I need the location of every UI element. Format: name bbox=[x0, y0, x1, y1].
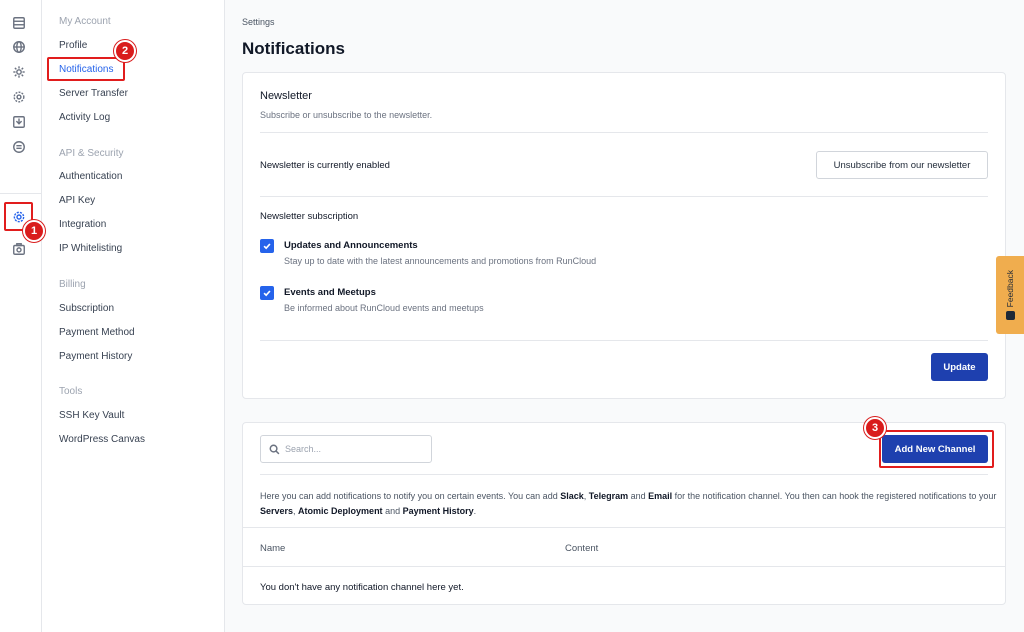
menu-item-activity-log[interactable]: Activity Log bbox=[59, 112, 110, 123]
annotation-badge-1: 1 bbox=[23, 220, 45, 242]
servers-icon[interactable] bbox=[11, 15, 27, 31]
events-checkbox[interactable] bbox=[260, 286, 274, 300]
feedback-icon bbox=[1005, 311, 1015, 321]
main-content: Settings Notifications Newsletter Subscr… bbox=[226, 0, 1024, 632]
empty-state-text: You don't have any notification channel … bbox=[260, 582, 464, 593]
option-title: Events and Meetups bbox=[284, 287, 376, 298]
menu-item-wordpress-canvas[interactable]: WordPress Canvas bbox=[59, 434, 145, 445]
menu-item-payment-history[interactable]: Payment History bbox=[59, 351, 132, 362]
menu-group-api: API & Security bbox=[59, 148, 124, 159]
divider bbox=[260, 340, 988, 341]
subscription-label: Newsletter subscription bbox=[260, 211, 359, 222]
menu-group-tools: Tools bbox=[59, 386, 83, 397]
rail-divider bbox=[0, 193, 42, 194]
column-header-name: Name bbox=[260, 543, 286, 554]
checkmark-icon bbox=[263, 290, 271, 297]
updates-checkbox[interactable] bbox=[260, 239, 274, 253]
info-servers: Servers bbox=[260, 506, 294, 516]
icon-rail bbox=[0, 0, 42, 632]
column-header-content: Content bbox=[565, 543, 599, 554]
feedback-tab[interactable]: Feedback bbox=[996, 256, 1024, 334]
checkmark-icon bbox=[263, 243, 271, 250]
page-title: Notifications bbox=[242, 39, 345, 58]
option-desc: Be informed about RunCloud events and me… bbox=[284, 303, 484, 313]
menu-group-billing: Billing bbox=[59, 279, 86, 290]
divider bbox=[260, 474, 988, 475]
menu-item-authentication[interactable]: Authentication bbox=[59, 171, 122, 182]
menu-item-server-transfer[interactable]: Server Transfer bbox=[59, 88, 128, 99]
table-top-border bbox=[243, 527, 1005, 528]
newsletter-card: Newsletter Subscribe or unsubscribe to t… bbox=[242, 72, 1006, 399]
info-atomic-deployment: Atomic Deployment bbox=[298, 506, 383, 516]
annotation-badge-3: 3 bbox=[864, 417, 886, 439]
cloud-settings-icon[interactable] bbox=[11, 89, 27, 105]
highlight-box-3 bbox=[879, 430, 994, 468]
info-email: Email bbox=[648, 491, 673, 501]
unsubscribe-button[interactable]: Unsubscribe from our newsletter bbox=[816, 151, 988, 179]
divider bbox=[260, 132, 988, 133]
menu-item-integration[interactable]: Integration bbox=[59, 219, 106, 230]
option-title: Updates and Announcements bbox=[284, 240, 418, 251]
breadcrumb[interactable]: Settings bbox=[242, 17, 275, 27]
network-icon[interactable] bbox=[11, 139, 27, 155]
search-box[interactable] bbox=[260, 435, 432, 463]
menu-item-ssh-key-vault[interactable]: SSH Key Vault bbox=[59, 410, 124, 421]
globe-icon[interactable] bbox=[11, 39, 27, 55]
camera-icon[interactable] bbox=[11, 241, 27, 257]
option-desc: Stay up to date with the latest announce… bbox=[284, 256, 597, 266]
menu-item-api-key[interactable]: API Key bbox=[59, 195, 95, 206]
table-header-border bbox=[243, 566, 1005, 567]
feedback-label: Feedback bbox=[1005, 269, 1015, 308]
channels-info-text: Here you can add notifications to notify… bbox=[260, 491, 997, 516]
cog-icon[interactable] bbox=[11, 64, 27, 80]
menu-item-subscription[interactable]: Subscription bbox=[59, 303, 114, 314]
annotation-badge-2: 2 bbox=[114, 40, 136, 62]
info-telegram: Telegram bbox=[588, 491, 629, 501]
settings-menu: My Account Profile Notifications Server … bbox=[42, 0, 225, 632]
divider bbox=[260, 196, 988, 197]
menu-group-account: My Account bbox=[59, 16, 111, 27]
download-icon[interactable] bbox=[11, 114, 27, 130]
menu-item-profile[interactable]: Profile bbox=[59, 40, 87, 51]
menu-item-ip-whitelisting[interactable]: IP Whitelisting bbox=[59, 243, 122, 254]
newsletter-status: Newsletter is currently enabled bbox=[260, 160, 390, 171]
info-slack: Slack bbox=[560, 491, 584, 501]
update-button[interactable]: Update bbox=[931, 353, 988, 381]
search-icon bbox=[269, 444, 280, 454]
newsletter-title: Newsletter bbox=[260, 90, 312, 102]
menu-item-payment-method[interactable]: Payment Method bbox=[59, 327, 135, 338]
newsletter-subtitle: Subscribe or unsubscribe to the newslett… bbox=[260, 110, 433, 120]
info-payment-history: Payment History bbox=[402, 506, 474, 516]
highlight-box-2 bbox=[47, 57, 125, 81]
search-input[interactable] bbox=[285, 444, 425, 454]
